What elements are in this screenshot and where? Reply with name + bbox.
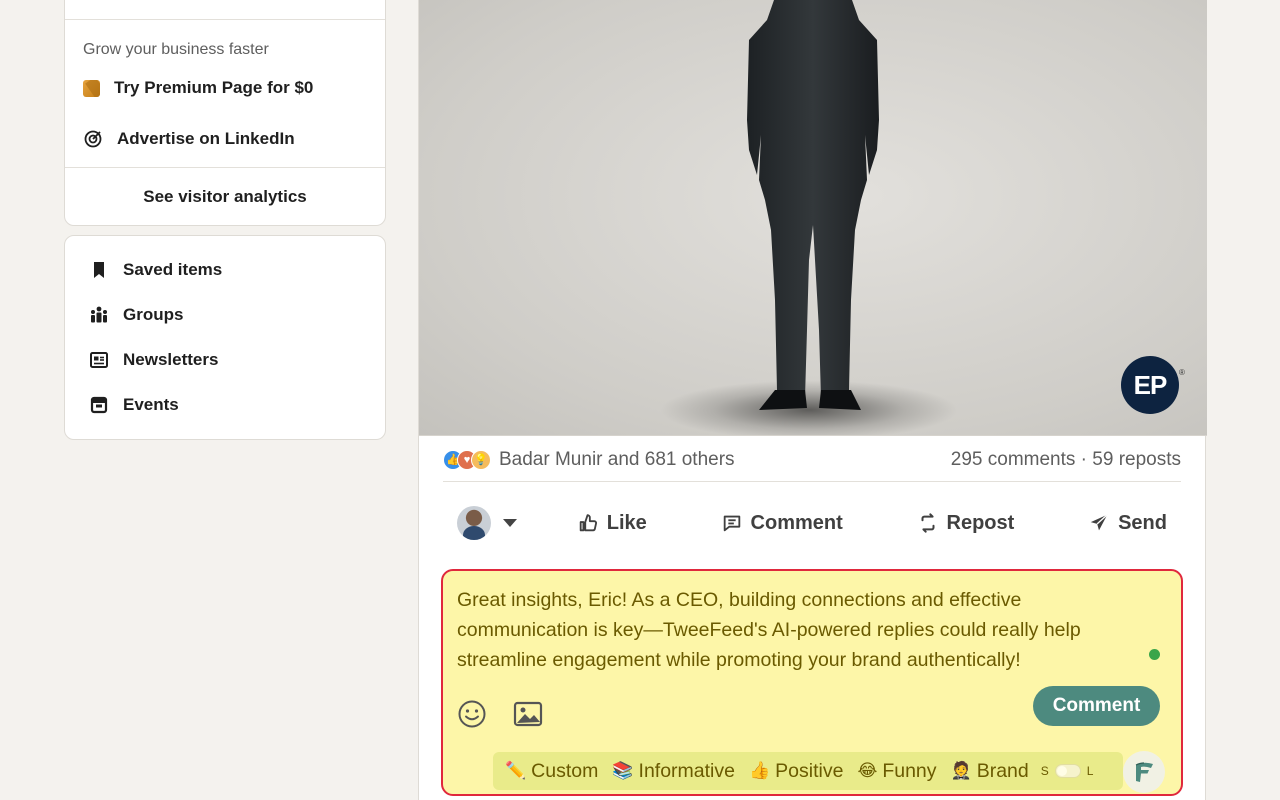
registered-mark: ® (1179, 368, 1185, 377)
tone-custom[interactable]: ✏️ Custom (505, 760, 598, 783)
reactions-text: Badar Munir and 681 others (499, 448, 735, 470)
tone-positive-label: Positive (775, 759, 844, 782)
reaction-icons: 👍 ♥ 💡 (443, 449, 491, 470)
tone-positive[interactable]: 👍 Positive (749, 760, 843, 783)
send-button[interactable]: Send (1074, 506, 1181, 541)
comment-input[interactable]: Great insights, Eric! As a CEO, building… (457, 585, 1147, 675)
repost-button[interactable]: Repost (903, 506, 1029, 541)
tone-selector-bar: ✏️ Custom 📚 Informative 👍 Positive 😂 Fun… (493, 752, 1123, 790)
toggle-knob (1056, 766, 1067, 776)
toggle-track (1054, 764, 1081, 778)
suited-man-figure (747, 0, 879, 410)
nav-events-label: Events (123, 395, 179, 414)
caret-down-icon (503, 519, 517, 527)
send-label: Send (1118, 511, 1167, 534)
advertise-link[interactable]: Advertise on LinkedIn (83, 129, 295, 149)
tone-brand-label: Brand (976, 759, 1029, 782)
grow-business-text: Grow your business faster (83, 41, 269, 58)
submit-comment-button[interactable]: Comment (1033, 686, 1160, 726)
nav-groups-label: Groups (123, 305, 184, 324)
nav-events[interactable]: Events (89, 395, 179, 415)
divider (65, 167, 385, 168)
like-button[interactable]: Like (563, 506, 661, 541)
nav-saved-items[interactable]: Saved items (89, 260, 222, 280)
try-premium-link[interactable]: Try Premium Page for $0 (83, 78, 313, 98)
length-toggle[interactable]: S L (1040, 764, 1094, 778)
shortcuts-card: Saved items Groups Newsletters Events (64, 235, 386, 440)
social-counts-bar: 👍 ♥ 💡 Badar Munir and 681 others 295 com… (443, 448, 1181, 482)
nav-saved-items-label: Saved items (123, 260, 223, 279)
post-actions-bar: Like Comment Repost Send (443, 500, 1181, 546)
comment-composer: Great insights, Eric! As a CEO, building… (441, 569, 1183, 796)
nav-newsletters-label: Newsletters (123, 350, 219, 369)
premium-card: Grow your business faster Try Premium Pa… (64, 0, 386, 226)
calendar-icon (90, 396, 108, 414)
repost-label: Repost (946, 511, 1015, 534)
pencil-icon: ✏️ (505, 761, 527, 780)
post-image[interactable]: EP ® (419, 0, 1207, 436)
books-icon: 📚 (612, 761, 634, 780)
premium-icon (83, 79, 100, 97)
tone-custom-label: Custom (531, 759, 599, 782)
image-icon[interactable] (513, 699, 543, 729)
bookmark-icon (94, 262, 104, 278)
thumbs-up-icon (579, 514, 597, 532)
see-visitor-analytics-link[interactable]: See visitor analytics (65, 187, 385, 207)
tone-brand[interactable]: 🤵 Brand (951, 760, 1029, 783)
actor-switcher[interactable] (457, 506, 517, 540)
comment-label: Comment (750, 511, 843, 534)
send-icon (1090, 514, 1108, 531)
tone-funny-label: Funny (882, 759, 937, 782)
tweefeed-logo-icon[interactable] (1123, 751, 1165, 793)
divider (65, 19, 385, 20)
repost-icon (921, 513, 935, 533)
ep-logo: EP (1121, 356, 1179, 414)
groups-icon (91, 306, 107, 323)
like-label: Like (606, 511, 647, 534)
person-in-suit-icon: 🤵 (950, 761, 972, 780)
newsletter-icon (90, 352, 108, 368)
tone-funny[interactable]: 😂 Funny (857, 760, 936, 783)
nav-newsletters[interactable]: Newsletters (89, 350, 218, 370)
advertise-label: Advertise on LinkedIn (117, 129, 295, 148)
reactions-summary[interactable]: 👍 ♥ 💡 Badar Munir and 681 others (443, 449, 735, 471)
size-large-label: L (1086, 764, 1094, 778)
insightful-reaction-icon: 💡 (471, 449, 491, 470)
comment-button[interactable]: Comment (707, 506, 857, 541)
laughing-icon: 😂 (857, 761, 878, 780)
size-small-label: S (1040, 764, 1049, 778)
nav-groups[interactable]: Groups (89, 305, 183, 325)
tone-informative-label: Informative (638, 759, 735, 782)
avatar (457, 506, 491, 540)
thumbs-up-emoji-icon: 👍 (748, 761, 771, 780)
comments-reposts-count[interactable]: 295 comments · 59 reposts (951, 449, 1181, 471)
comment-icon (723, 515, 740, 532)
status-dot (1149, 649, 1160, 660)
target-icon (84, 130, 102, 148)
tweefeed-f-icon (1135, 762, 1153, 782)
emoji-icon[interactable] (457, 699, 487, 729)
try-premium-label: Try Premium Page for $0 (114, 78, 314, 97)
tone-informative[interactable]: 📚 Informative (612, 760, 735, 783)
